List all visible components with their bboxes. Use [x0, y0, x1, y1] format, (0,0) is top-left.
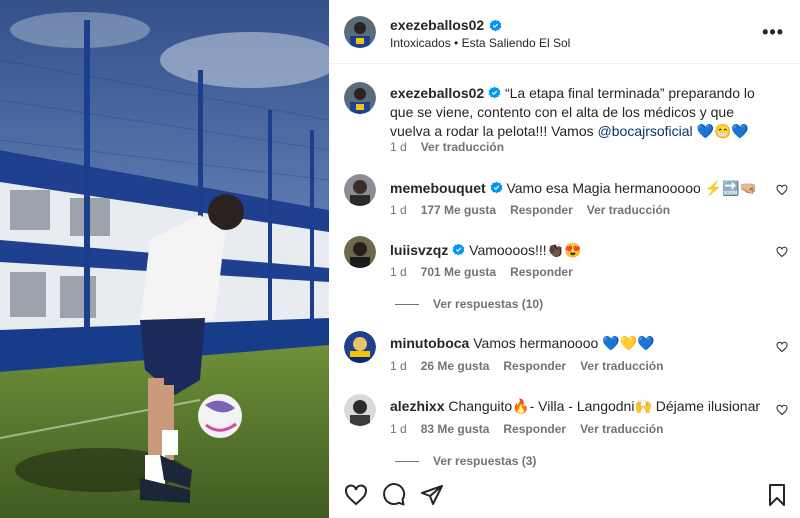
comment-body: Vamoooos!!!👏🏿😍: [469, 242, 582, 258]
comment-avatar[interactable]: [344, 394, 376, 426]
caption-username[interactable]: exezeballos02: [390, 85, 484, 101]
share-button[interactable]: [420, 483, 446, 509]
caption-text: exezeballos02 “La etapa final terminada”…: [390, 84, 770, 141]
heart-icon[interactable]: [776, 341, 788, 353]
heart-icon[interactable]: [776, 246, 788, 258]
comment-meta: 1 d 83 Me gusta Responder Ver traducción: [390, 422, 663, 436]
author-username[interactable]: exezeballos02: [390, 17, 484, 33]
bookmark-icon: [769, 484, 785, 506]
comment-avatar[interactable]: [344, 331, 376, 363]
reply-button[interactable]: Responder: [510, 203, 573, 217]
view-replies-label: Ver respuestas (10): [433, 297, 544, 311]
replies-divider: [395, 303, 419, 305]
verified-badge-icon: [490, 181, 502, 194]
comment-body: Changuito🔥- Villa - Langodni🙌 Déjame ilu…: [448, 398, 761, 414]
caption-avatar[interactable]: [344, 82, 376, 114]
heart-icon[interactable]: [776, 404, 788, 416]
post-header: exezeballos02 Intoxicados • Esta Saliend…: [329, 0, 800, 64]
comment-likes[interactable]: 177 Me gusta: [421, 203, 496, 217]
comment-text: luiisvzqz Vamoooos!!!👏🏿😍: [390, 241, 770, 260]
caption-meta: 1 d Ver traducción: [390, 140, 504, 154]
comment-avatar[interactable]: [344, 236, 376, 268]
view-replies-label: Ver respuestas (3): [433, 454, 537, 468]
comment-body: Vamos hermanoooo 💙💛💙: [473, 335, 655, 351]
translate-button[interactable]: Ver traducción: [580, 359, 663, 373]
comment-time[interactable]: 1 d: [390, 359, 407, 373]
post-detail-panel: exezeballos02 Intoxicados • Esta Saliend…: [329, 0, 800, 518]
reply-button[interactable]: Responder: [510, 265, 573, 279]
comment-username[interactable]: alezhixx: [390, 398, 444, 414]
mention-link[interactable]: @bocajrsoficial: [598, 123, 693, 139]
photo-illustration: [0, 0, 329, 518]
comment-username[interactable]: luiisvzqz: [390, 242, 448, 258]
translate-button[interactable]: Ver traducción: [587, 203, 670, 217]
verified-badge-icon: [488, 86, 501, 99]
comment-icon: [383, 483, 406, 506]
post-photo[interactable]: [0, 0, 329, 518]
comment-username[interactable]: minutoboca: [390, 335, 469, 351]
comment-text: memebouquet Vamo esa Magia hermanooooo ⚡…: [390, 179, 770, 198]
caption-translate[interactable]: Ver traducción: [421, 140, 504, 154]
share-icon: [421, 485, 443, 505]
comment-time[interactable]: 1 d: [390, 422, 407, 436]
comment-meta: 1 d 177 Me gusta Responder Ver traducció…: [390, 203, 670, 217]
comment-text: minutoboca Vamos hermanoooo 💙💛💙: [390, 334, 770, 353]
like-button[interactable]: [344, 483, 370, 509]
verified-badge-icon: [489, 19, 502, 31]
comment-username[interactable]: memebouquet: [390, 180, 486, 196]
view-replies-button[interactable]: Ver respuestas (10): [395, 297, 543, 311]
comment-likes[interactable]: 83 Me gusta: [421, 422, 490, 436]
heart-icon[interactable]: [776, 184, 788, 196]
verified-badge-icon: [452, 243, 465, 256]
comment-meta: 1 d 701 Me gusta Responder: [390, 265, 573, 279]
heart-icon: [345, 484, 367, 506]
audio-track[interactable]: Intoxicados • Esta Saliendo El Sol: [390, 36, 570, 50]
author-avatar[interactable]: [344, 16, 376, 48]
more-options-icon[interactable]: •••: [762, 22, 784, 43]
comment-meta: 1 d 26 Me gusta Responder Ver traducción: [390, 359, 663, 373]
translate-button[interactable]: Ver traducción: [580, 422, 663, 436]
caption-emojis: 💙😁💙: [696, 123, 749, 139]
comment-text: alezhixx Changuito🔥- Villa - Langodni🙌 D…: [390, 397, 770, 416]
view-replies-button[interactable]: Ver respuestas (3): [395, 454, 536, 468]
comment-avatar[interactable]: [344, 174, 376, 206]
reply-button[interactable]: Responder: [503, 422, 566, 436]
comment-body: Vamo esa Magia hermanooooo ⚡️🔜🤜🏼: [506, 180, 757, 196]
comment-button[interactable]: [382, 483, 408, 509]
comment-time[interactable]: 1 d: [390, 265, 407, 279]
comment-likes[interactable]: 701 Me gusta: [421, 265, 496, 279]
action-bar: [329, 483, 800, 518]
comment-likes[interactable]: 26 Me gusta: [421, 359, 490, 373]
caption-time[interactable]: 1 d: [390, 140, 407, 154]
reply-button[interactable]: Responder: [503, 359, 566, 373]
replies-divider: [395, 460, 419, 462]
save-button[interactable]: [765, 483, 791, 509]
comment-time[interactable]: 1 d: [390, 203, 407, 217]
author-username-row: exezeballos02: [390, 17, 502, 33]
